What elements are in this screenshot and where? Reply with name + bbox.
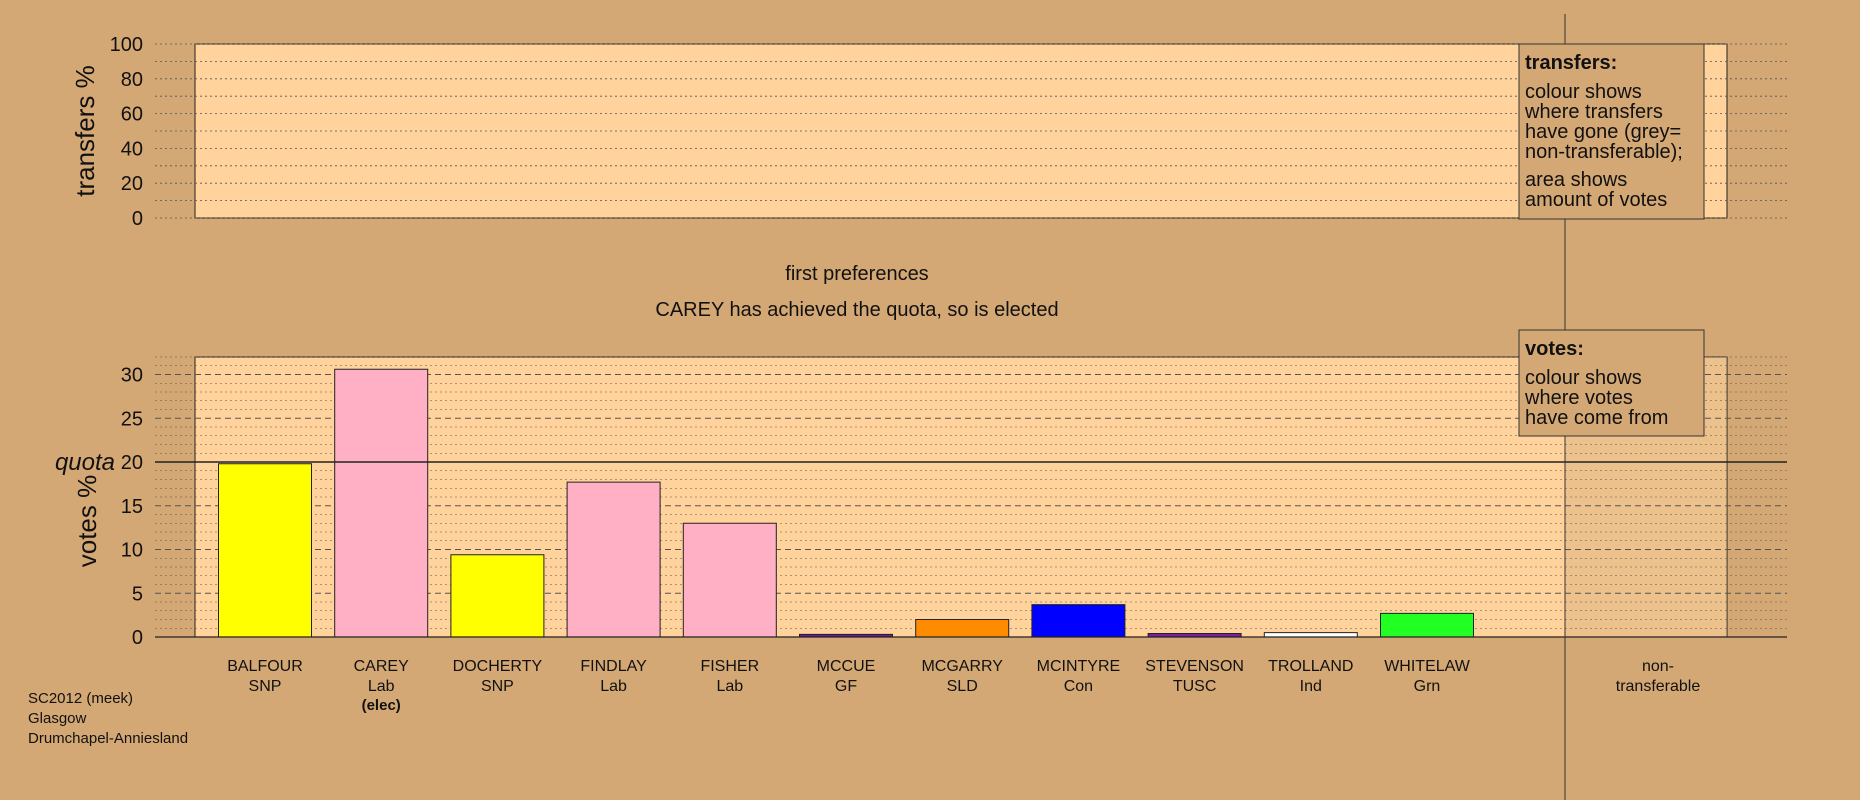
- transfers-legend-line: colour shows: [1525, 81, 1642, 103]
- transfers-y-tick-label: 60: [121, 104, 143, 126]
- votes-legend-line: have come from: [1525, 407, 1668, 429]
- transfers-legend-line: amount of votes: [1525, 189, 1667, 211]
- bar-docherty: [450, 554, 545, 638]
- bar-trolland: [1263, 632, 1358, 638]
- votes-y-tick-label: 25: [121, 408, 143, 430]
- candidate-name: FISHER: [700, 658, 759, 675]
- votes-legend-line: colour shows: [1525, 367, 1642, 389]
- transfers-y-tick-label: 0: [132, 208, 143, 230]
- votes-y-ticks: 0 5 10 15 20 25 30: [121, 365, 143, 650]
- transfers-y-axis-label: transfers %: [70, 65, 100, 197]
- candidate-name: MCINTYRE: [1037, 658, 1121, 675]
- transfers-legend-title: transfers:: [1525, 52, 1617, 74]
- votes-y-tick-label: 0: [132, 627, 143, 649]
- candidate-name: STEVENSON: [1145, 658, 1244, 675]
- votes-y-tick-label: 5: [132, 583, 143, 605]
- candidate-name: WHITELAW: [1384, 658, 1471, 675]
- footer-info: SC2012 (meek) Glasgow Drumchapel-Anniesl…: [28, 690, 188, 747]
- transfers-legend-line: area shows: [1525, 169, 1627, 191]
- votes-y-tick-label: 15: [121, 496, 143, 518]
- votes-legend-title: votes:: [1525, 338, 1584, 360]
- footer-ward: Drumchapel-Anniesland: [28, 730, 188, 747]
- chart-title: first preferences: [785, 263, 928, 285]
- votes-y-axis-label: votes %: [72, 475, 102, 568]
- bar-balfour: [218, 463, 312, 638]
- transfers-y-ticks: 0 20 40 60 80 100: [110, 34, 143, 230]
- candidate-name: MCGARRY: [921, 658, 1003, 675]
- stv-count-chart: 020406080100 transfers % first preferenc…: [28, 14, 1787, 800]
- bar-findlay: [566, 481, 661, 638]
- bar-mcintyre: [1031, 604, 1126, 638]
- votes-y-tick-label: 10: [121, 540, 143, 562]
- candidate-name: MCCUE: [817, 658, 876, 675]
- nontransferable-label-line1: non-: [1642, 658, 1674, 675]
- transfers-legend-line: where transfers: [1524, 101, 1663, 123]
- candidate-name: FINDLAY: [580, 658, 647, 675]
- transfers-y-tick-label: 20: [121, 173, 143, 195]
- votes-y-tick-label: 30: [121, 365, 143, 387]
- candidate-party: GF: [835, 678, 857, 695]
- bar-carey: [334, 368, 429, 638]
- footer-council: Glasgow: [28, 710, 87, 727]
- candidate-party: Lab: [368, 678, 395, 695]
- candidate-name: BALFOUR: [227, 658, 303, 675]
- transfers-legend-line: have gone (grey=: [1525, 121, 1681, 143]
- votes-legend: votes: colour shows where votes have com…: [1518, 329, 1705, 437]
- quota-label: quota: [55, 449, 115, 476]
- candidate-party: Lab: [600, 678, 627, 695]
- bar-mcgarry: [915, 619, 1010, 638]
- bar-whitelaw: [1380, 612, 1474, 638]
- votes-legend-line: where votes: [1524, 387, 1633, 409]
- candidate-name: DOCHERTY: [453, 658, 543, 675]
- transfers-y-tick-label: 40: [121, 138, 143, 160]
- bar-fisher: [682, 522, 777, 638]
- candidate-labels: BALFOUR SNP CAREY Lab (elec) DOCHERTY SNP FINDL…: [227, 658, 1471, 714]
- transfers-y-tick-label: 100: [110, 34, 143, 56]
- candidate-party: SNP: [481, 678, 514, 695]
- transfers-legend-line: non-transferable);: [1525, 141, 1683, 163]
- chart-subtitle: CAREY has achieved the quota, so is elec…: [655, 299, 1058, 321]
- footer-election: SC2012 (meek): [28, 690, 133, 707]
- transfers-y-tick-label: 80: [121, 69, 143, 91]
- votes-y-tick-label: 20: [121, 452, 143, 474]
- candidate-name: CAREY: [354, 658, 409, 675]
- transfers-legend: transfers: colour shows where transfers …: [1518, 43, 1705, 220]
- candidate-party: Ind: [1300, 678, 1322, 695]
- nontransferable-label-line2: transferable: [1616, 678, 1701, 695]
- candidate-party: Lab: [716, 678, 743, 695]
- candidate-party: SNP: [249, 678, 282, 695]
- candidate-party: Con: [1064, 678, 1093, 695]
- candidate-party: Grn: [1414, 678, 1441, 695]
- candidate-name: TROLLAND: [1268, 658, 1353, 675]
- candidate-party: SLD: [947, 678, 978, 695]
- elected-note: (elec): [362, 697, 401, 714]
- candidate-party: TUSC: [1173, 678, 1217, 695]
